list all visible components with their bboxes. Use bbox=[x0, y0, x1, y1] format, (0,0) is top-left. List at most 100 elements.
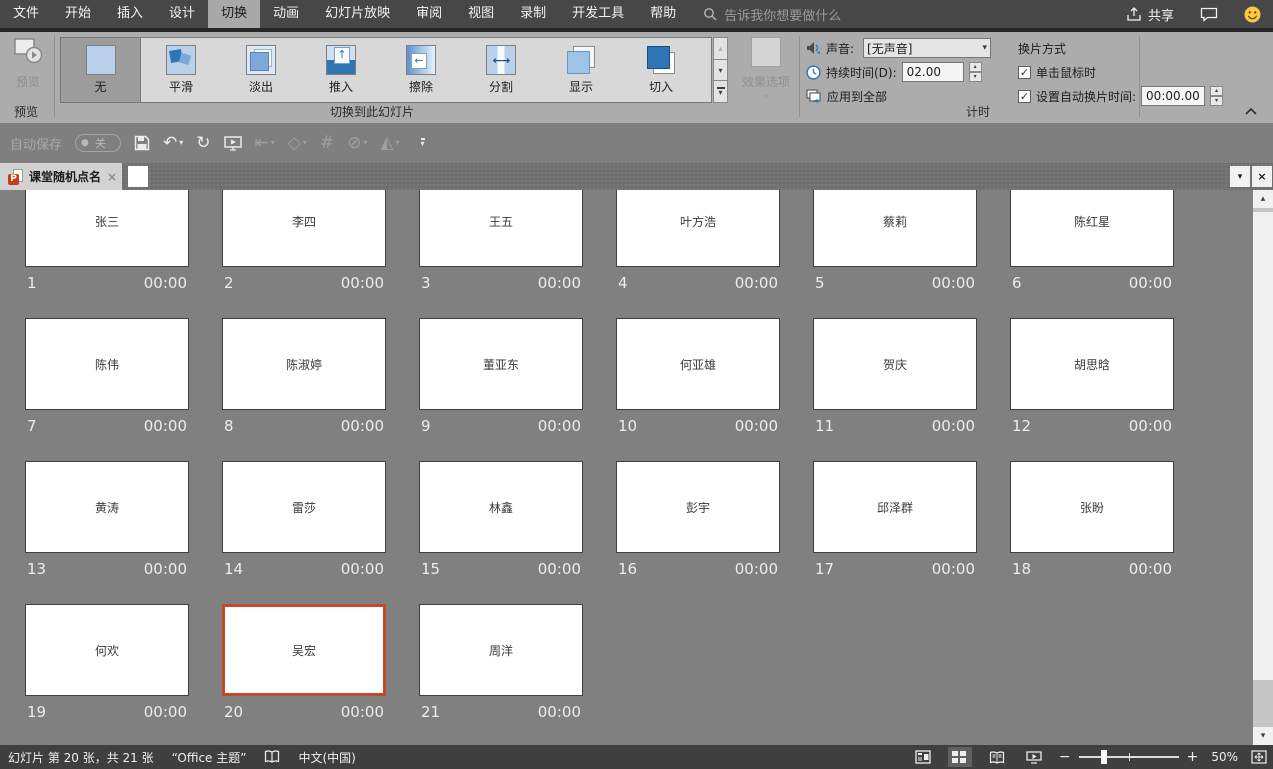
slide-thumbnail[interactable]: 何亚雄 bbox=[616, 318, 780, 410]
slide-thumbnail[interactable]: 吴宏 bbox=[222, 604, 386, 696]
slide-thumbnail[interactable]: 王五 bbox=[419, 190, 583, 267]
spin-up-button[interactable]: ▴ bbox=[968, 62, 982, 72]
undo-button[interactable]: ↶ ▾ bbox=[163, 134, 183, 152]
slide-number: 5 bbox=[815, 274, 825, 292]
start-slideshow-button[interactable] bbox=[223, 135, 242, 151]
autosave-toggle[interactable]: ● 关 bbox=[75, 134, 122, 152]
slide-thumbnail[interactable]: 陈淑婷 bbox=[222, 318, 386, 410]
close-tab-icon[interactable]: × bbox=[107, 170, 117, 184]
slide-thumbnail[interactable]: 蔡莉 bbox=[813, 190, 977, 267]
sound-dropdown[interactable]: [无声音] ▾ bbox=[863, 38, 992, 58]
comment-icon[interactable] bbox=[1200, 7, 1218, 22]
customize-qat-button[interactable]: ▾ bbox=[420, 138, 425, 148]
menu-tab-审阅[interactable]: 审阅 bbox=[403, 0, 455, 28]
apply-to-all-button[interactable]: 应用到全部 bbox=[806, 86, 887, 106]
rotate-flip-button[interactable]: ◭ ▾ bbox=[380, 134, 399, 152]
slide-thumbnail[interactable]: 黄涛 bbox=[25, 461, 189, 553]
menu-tab-视图[interactable]: 视图 bbox=[455, 0, 507, 28]
menu-tab-切换[interactable]: 切换 bbox=[208, 0, 261, 28]
transition-fade[interactable]: 淡出 bbox=[221, 38, 301, 102]
transition-wipe[interactable]: 擦除 bbox=[381, 38, 461, 102]
spin-down-button[interactable]: ▾ bbox=[1210, 96, 1224, 106]
effect-options-button[interactable]: 效果选项 ▾ bbox=[737, 37, 795, 123]
new-tab-button[interactable] bbox=[128, 166, 148, 187]
menu-tab-录制[interactable]: 录制 bbox=[507, 0, 559, 28]
transition-push[interactable]: 推入 bbox=[301, 38, 381, 102]
slide-thumbnail[interactable]: 叶方浩 bbox=[616, 190, 780, 267]
menu-tab-动画[interactable]: 动画 bbox=[260, 0, 312, 28]
slide-thumbnail[interactable]: 陈红星 bbox=[1010, 190, 1174, 267]
normal-view-button[interactable] bbox=[911, 747, 935, 767]
slide-thumbnail[interactable]: 周洋 bbox=[419, 604, 583, 696]
document-tab[interactable]: P 课堂随机点名 × bbox=[0, 163, 122, 190]
slide-number: 12 bbox=[1012, 417, 1032, 435]
spin-down-button[interactable]: ▾ bbox=[968, 72, 982, 82]
slide-thumbnail[interactable]: 何欢 bbox=[25, 604, 189, 696]
shapes-button[interactable]: ◇ ▾ bbox=[288, 134, 307, 152]
slide-thumbnail[interactable]: 张三 bbox=[25, 190, 189, 267]
scroll-up-button[interactable]: ▴ bbox=[1253, 190, 1273, 208]
zoom-track[interactable] bbox=[1078, 750, 1179, 764]
slide-thumbnail[interactable]: 林鑫 bbox=[419, 461, 583, 553]
menu-tab-幻灯片放映[interactable]: 幻灯片放映 bbox=[312, 0, 403, 28]
on-mouse-click-checkbox[interactable]: ✓ bbox=[1018, 65, 1031, 79]
share-button[interactable]: 共享 bbox=[1126, 5, 1174, 24]
slide-thumbnail[interactable]: 张盼 bbox=[1010, 461, 1174, 553]
zoom-in-button[interactable]: + bbox=[1187, 749, 1199, 765]
merge-shapes-button[interactable]: ⊘ ▾ bbox=[347, 134, 367, 152]
autosave-state: 关 bbox=[94, 137, 106, 150]
fit-to-window-icon[interactable] bbox=[1251, 750, 1267, 764]
slide-sorter-view-button[interactable] bbox=[947, 747, 972, 767]
slide-meta: 12 00:00 bbox=[1010, 410, 1174, 438]
menu-tab-帮助[interactable]: 帮助 bbox=[637, 0, 689, 28]
scroll-down-button[interactable]: ▾ bbox=[1253, 727, 1273, 745]
close-document-button[interactable]: × bbox=[1252, 166, 1272, 187]
reading-view-button[interactable] bbox=[985, 747, 1009, 767]
slide-thumbnail[interactable]: 陈伟 bbox=[25, 318, 189, 410]
zoom-level[interactable]: 50% bbox=[1211, 750, 1238, 764]
reorder-button[interactable]: ⇤ ▾ bbox=[255, 134, 275, 152]
proofing-book-icon[interactable] bbox=[264, 750, 280, 764]
menu-tab-设计[interactable]: 设计 bbox=[156, 0, 208, 28]
auto-advance-time-input[interactable] bbox=[1141, 86, 1206, 106]
slide-thumbnail[interactable]: 邱泽群 bbox=[813, 461, 977, 553]
slideshow-view-button[interactable] bbox=[1022, 747, 1046, 767]
position-button[interactable]: # bbox=[320, 134, 334, 152]
menu-tab-插入[interactable]: 插入 bbox=[104, 0, 156, 28]
slide-thumbnail[interactable]: 雷莎 bbox=[222, 461, 386, 553]
collapse-ribbon-button[interactable] bbox=[1243, 106, 1259, 118]
transition-cut[interactable]: 切入 bbox=[621, 38, 701, 102]
slide-thumbnail[interactable]: 彭宇 bbox=[616, 461, 780, 553]
zoom-out-button[interactable]: − bbox=[1059, 749, 1071, 765]
slide-thumbnail[interactable]: 贺庆 bbox=[813, 318, 977, 410]
transition-none[interactable]: 无 bbox=[61, 38, 141, 102]
tab-list-dropdown-button[interactable]: ▾ bbox=[1230, 166, 1250, 187]
auto-advance-checkbox[interactable]: ✓ bbox=[1018, 89, 1031, 103]
spin-up-button[interactable]: ▴ bbox=[1210, 86, 1224, 96]
scrollbar-thumb[interactable] bbox=[1253, 212, 1273, 680]
save-button[interactable] bbox=[134, 135, 150, 151]
gallery-scroll-down-button[interactable]: ▾ bbox=[713, 59, 728, 82]
gallery-more-button[interactable]: ▾ bbox=[713, 81, 728, 104]
status-left: 幻灯片 第 20 张，共 21 张 “Office 主题” 中文(中国) bbox=[0, 749, 356, 766]
language-indicator[interactable]: 中文(中国) bbox=[298, 749, 355, 766]
redo-button[interactable]: ↻ bbox=[196, 134, 210, 152]
transition-split[interactable]: 分割 bbox=[461, 38, 541, 102]
slide-thumbnail[interactable]: 胡思晗 bbox=[1010, 318, 1174, 410]
zoom-thumb[interactable] bbox=[1100, 750, 1107, 764]
feedback-smiley-icon[interactable] bbox=[1244, 6, 1261, 23]
transition-morph[interactable]: 平滑 bbox=[141, 38, 221, 102]
transition-reveal[interactable]: 显示 bbox=[541, 38, 621, 102]
slide-thumbnail[interactable]: 李四 bbox=[222, 190, 386, 267]
menu-tab-开始[interactable]: 开始 bbox=[52, 0, 104, 28]
preview-button[interactable]: 预览 bbox=[6, 37, 50, 111]
menu-tab-文件[interactable]: 文件 bbox=[0, 0, 52, 28]
menu-tab-开发工具[interactable]: 开发工具 bbox=[559, 0, 637, 28]
slide-thumbnail[interactable]: 董亚东 bbox=[419, 318, 583, 410]
gallery-scroll-up-button[interactable]: ▴ bbox=[713, 37, 728, 60]
slide-title: 胡思晗 bbox=[1073, 357, 1110, 372]
tell-me-search[interactable]: 告诉我你想要做什么 bbox=[703, 0, 841, 28]
slide-time: 00:00 bbox=[143, 274, 187, 292]
vertical-scrollbar[interactable]: ▴ ▾ bbox=[1253, 190, 1273, 745]
duration-input[interactable] bbox=[901, 62, 964, 82]
